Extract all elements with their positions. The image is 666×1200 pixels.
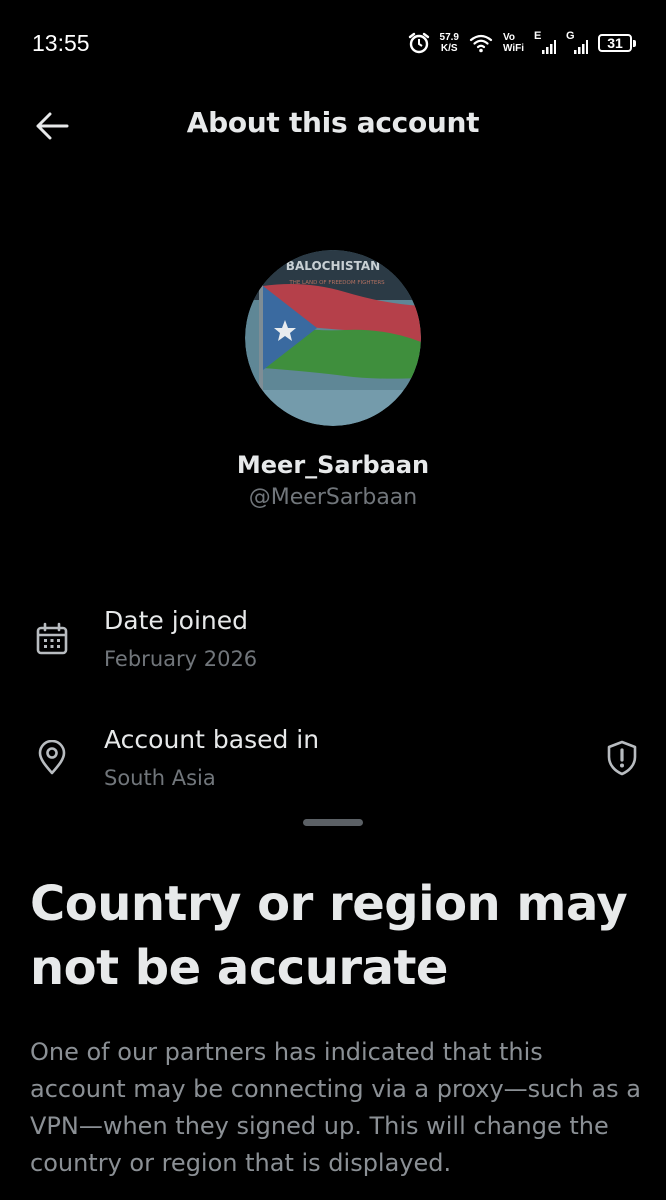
- status-time: 13:55: [32, 30, 90, 56]
- network-speed: 57.9 K/S: [440, 32, 459, 54]
- sheet-title: Country or region may not be accurate: [30, 876, 628, 996]
- signal-sim2: G: [566, 30, 588, 56]
- date-joined-label: Date joined: [104, 606, 248, 635]
- date-joined-row: Date joined February 2026: [0, 602, 666, 682]
- sheet-body: One of our partners has indicated that t…: [30, 1038, 641, 1177]
- wifi-icon: [469, 33, 493, 53]
- account-based-in-value: South Asia: [104, 766, 216, 790]
- status-bar: 13:55 57.9 K/S Vo WiFi E G 31: [0, 0, 666, 80]
- calendar-icon: [33, 620, 71, 658]
- status-icons: 57.9 K/S Vo WiFi E G 31: [408, 30, 638, 56]
- network1-label: E: [534, 30, 542, 42]
- vowifi-indicator: Vo WiFi: [503, 32, 524, 54]
- battery-icon: 31: [598, 34, 636, 52]
- vo-label: Vo: [502, 32, 516, 43]
- display-name: Meer_Sarbaan: [236, 451, 430, 479]
- sheet-drag-handle[interactable]: [303, 819, 363, 826]
- wifi-label: WiFi: [502, 43, 524, 54]
- signal-bars-icon: [542, 40, 556, 54]
- signal-sim1: E: [534, 30, 556, 56]
- avatar-text-top: BALOCHISTAN: [286, 259, 380, 273]
- battery-level: 31: [607, 35, 623, 51]
- location-pin-icon: [33, 739, 71, 777]
- avatar[interactable]: BALOCHISTAN THE LAND OF FREEDOM FIGHTERS: [245, 250, 421, 426]
- username-handle: @MeerSarbaan: [248, 485, 418, 510]
- account-based-in-label: Account based in: [104, 725, 320, 754]
- account-based-in-row: Account based in South Asia: [0, 721, 666, 801]
- alarm-icon: [408, 32, 430, 54]
- signal-bars-icon: [574, 40, 588, 54]
- date-joined-value: February 2026: [104, 647, 258, 671]
- speed-value: 57.9: [439, 32, 459, 43]
- speed-unit: K/S: [440, 43, 458, 54]
- shield-warning-icon[interactable]: [600, 736, 644, 780]
- page-title: About this account: [186, 106, 480, 139]
